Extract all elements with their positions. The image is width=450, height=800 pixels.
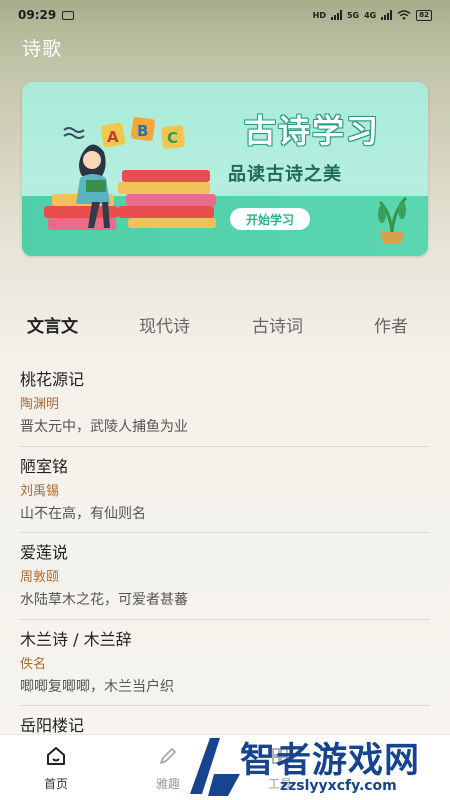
nav-home-label: 首页 xyxy=(43,777,68,791)
banner-subtitle: 品读古诗之美 xyxy=(228,164,342,185)
item-first-line: 唧唧复唧唧，木兰当户织 xyxy=(20,678,174,695)
item-title: 桃花源记 xyxy=(20,370,85,389)
item-author: 佚名 xyxy=(20,656,47,672)
signal-4g-icon xyxy=(381,10,393,20)
banner-title: 古诗学习 xyxy=(244,112,381,150)
letter-b: B xyxy=(137,122,148,140)
list-item[interactable]: 陋室铭 刘禹锡 山不在高，有仙则名 xyxy=(20,447,430,533)
item-first-line: 晋太元中，武陵人捕鱼为业 xyxy=(20,419,188,435)
item-title: 岳阳楼记 xyxy=(20,716,85,735)
pencil-icon xyxy=(160,748,176,764)
item-title: 木兰诗 / 木兰辞 xyxy=(20,629,132,649)
status-time: 09:29 xyxy=(18,8,57,22)
item-title: 爱莲说 xyxy=(20,543,69,562)
hd-indicator: HD xyxy=(312,10,326,20)
start-learning-button[interactable]: 开始学习 xyxy=(230,208,310,230)
item-author: 周敦颐 xyxy=(20,570,60,585)
letter-a: A xyxy=(107,128,119,146)
item-first-line: 山不在高，有仙则名 xyxy=(20,505,146,522)
item-title: 陋室铭 xyxy=(20,456,69,476)
tab-modern-poetry[interactable]: 现代诗 xyxy=(139,312,190,337)
plant-icon xyxy=(378,196,408,243)
poem-list: 桃花源记 陶渊明 晋太元中，武陵人捕鱼为业 陋室铭 刘禹锡 山不在高，有仙则名 … xyxy=(20,360,430,793)
list-item[interactable]: 桃花源记 陶渊明 晋太元中，武陵人捕鱼为业 xyxy=(20,360,430,447)
category-tabs: 文言文 现代诗 古诗词 作者 xyxy=(0,312,450,342)
status-icons: HD 5G 4G 82 xyxy=(312,9,432,21)
network-5g-label: 5G xyxy=(346,10,360,20)
tab-authors[interactable]: 作者 xyxy=(374,312,408,337)
status-bar: 09:29 HD 5G 4G 82 xyxy=(0,0,450,30)
watermark-text: 智者游戏网 xyxy=(240,741,421,781)
tab-ancient-poetry[interactable]: 古诗词 xyxy=(252,312,303,337)
network-4g-label: 4G xyxy=(364,10,377,20)
banner[interactable]: A B C 古诗学习 品读古诗之美 开始学习 xyxy=(22,82,428,256)
list-item[interactable]: 木兰诗 / 木兰辞 佚名 唧唧复唧唧，木兰当户织 xyxy=(20,620,430,706)
signal-5g-icon xyxy=(330,10,342,20)
item-author: 陶渊明 xyxy=(20,397,60,412)
nav-home[interactable]: 首页 xyxy=(16,735,96,800)
page-title: 诗歌 xyxy=(22,38,63,60)
banner-illustration: A B C xyxy=(44,116,216,230)
item-first-line: 水陆草木之花，可爱者甚蕃 xyxy=(20,592,188,608)
tab-classical-chinese[interactable]: 文言文 xyxy=(27,312,78,337)
wifi-icon xyxy=(397,10,411,20)
watermark-logo: 智者游戏网 zzslyyxcfy.com xyxy=(180,732,450,800)
app-notification-icon xyxy=(62,10,75,20)
watermark-url: zzslyyxcfy.com xyxy=(280,778,397,794)
home-icon xyxy=(47,747,65,765)
nav-yaqu-label: 雅趣 xyxy=(155,777,180,791)
list-item[interactable]: 爱莲说 周敦颐 水陆草木之花，可爱者甚蕃 xyxy=(20,533,430,620)
battery-icon: 82 xyxy=(416,9,432,21)
item-author: 刘禹锡 xyxy=(20,483,60,499)
watermark-emblem-icon xyxy=(190,738,240,796)
letter-c: C xyxy=(167,129,178,147)
